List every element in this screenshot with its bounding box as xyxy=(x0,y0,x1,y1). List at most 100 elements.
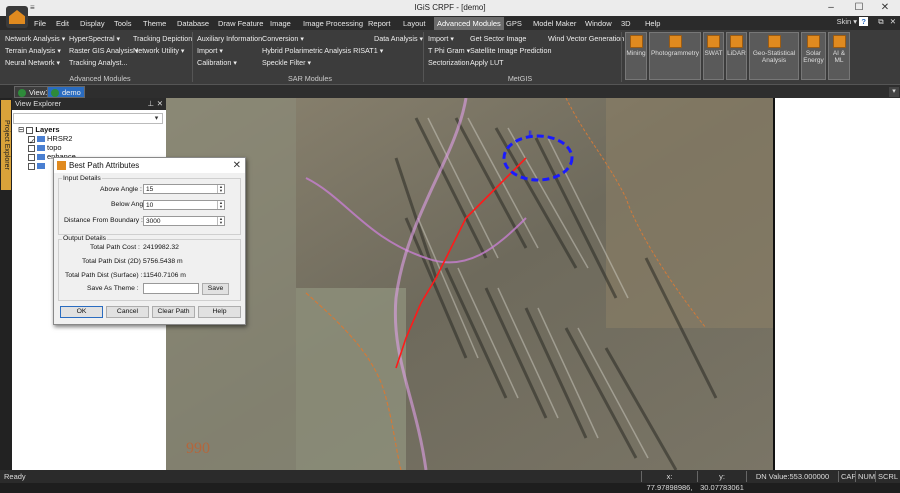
menu-file[interactable]: File xyxy=(31,17,49,30)
t-phi-gram-button[interactable]: T Phi Gram ▾ xyxy=(428,46,470,55)
skin-menu[interactable]: Skin xyxy=(837,17,852,26)
menu-image-processing[interactable]: Image Processing xyxy=(300,17,366,30)
spinner-icon[interactable]: ▲ ▼ xyxy=(217,201,224,209)
close-button[interactable]: ✕ xyxy=(872,1,898,15)
app-icon xyxy=(57,161,66,170)
menu-display[interactable]: Display xyxy=(77,17,108,30)
minimize-button[interactable]: – xyxy=(818,1,844,15)
spinner-icon[interactable]: ▲ ▼ xyxy=(217,185,224,193)
conversion-button[interactable]: Conversion ▾ xyxy=(262,34,304,43)
layer-item[interactable] xyxy=(28,161,47,170)
chevron-down-icon[interactable]: ▾ xyxy=(152,114,161,123)
metgis-import-button[interactable]: Import ▾ xyxy=(428,34,454,43)
above-angle-input[interactable]: 15 ▲ ▼ xyxy=(143,184,225,194)
checkbox[interactable] xyxy=(26,126,34,134)
menu-layout[interactable]: Layout xyxy=(400,17,429,30)
mining-button[interactable]: Mining xyxy=(625,32,647,80)
project-explorer-tab[interactable]: Project Explorer xyxy=(1,100,11,190)
view-selector[interactable]: ▾ xyxy=(13,113,163,124)
hyperspectral-button[interactable]: HyperSpectral ▾ xyxy=(69,34,120,43)
swat-button[interactable]: SWAT xyxy=(703,32,724,80)
ai-ml-button[interactable]: AI & ML xyxy=(828,32,850,80)
solar-energy-button[interactable]: Solar Energy xyxy=(801,32,826,80)
menu-window[interactable]: Window xyxy=(582,17,615,30)
app-logo-icon[interactable] xyxy=(6,6,28,28)
lidar-button[interactable]: LiDAR xyxy=(726,32,747,80)
network-utility-button[interactable]: Network Utility ▾ xyxy=(133,46,185,55)
menu-theme[interactable]: Theme xyxy=(140,17,169,30)
status-scrl: SCRL xyxy=(875,471,898,482)
mining-icon xyxy=(629,35,643,48)
get-sector-image-button[interactable]: Get Sector Image xyxy=(470,34,526,43)
sar-import-button[interactable]: Import ▾ xyxy=(197,46,223,55)
wind-vector-generation-button[interactable]: Wind Vector Generation xyxy=(548,34,624,43)
ribbon-separator xyxy=(423,32,424,82)
clear-path-button[interactable]: Clear Path xyxy=(152,306,195,318)
save-button[interactable]: Save xyxy=(202,283,229,295)
menu-report[interactable]: Report xyxy=(365,17,394,30)
menu-database[interactable]: Database xyxy=(174,17,212,30)
layer-topo[interactable]: topo xyxy=(28,143,62,152)
data-analysis-button[interactable]: Data Analysis ▾ xyxy=(374,34,423,43)
above-angle-label: Above Angle : xyxy=(100,186,142,193)
help-button[interactable]: Help xyxy=(198,306,241,318)
total-path-dist-2d-label: Total Path Dist (2D) : xyxy=(82,258,145,265)
total-path-dist-2d-value: 5756.5438 m xyxy=(143,258,183,265)
menu-image[interactable]: Image xyxy=(267,17,294,30)
raster-layer-icon xyxy=(37,154,45,161)
sectorization-button[interactable]: Sectorization xyxy=(428,58,470,67)
menu-edit[interactable]: Edit xyxy=(53,17,72,30)
tab-list-dropdown[interactable]: ▾ xyxy=(889,87,899,97)
spinner-icon[interactable]: ▲ ▼ xyxy=(217,217,224,225)
maximize-button[interactable]: ☐ xyxy=(846,1,872,15)
tree-root[interactable]: ⊟ Layers xyxy=(18,125,60,134)
group-label-advanced-modules: Advanced Modules xyxy=(69,74,131,83)
checkbox[interactable] xyxy=(28,162,35,170)
best-path-attributes-dialog: Best Path Attributes ✕ Input Details Abo… xyxy=(53,157,246,325)
menu-help[interactable]: Help xyxy=(642,17,663,30)
map-empty-area xyxy=(775,98,900,470)
satellite-image-prediction-button[interactable]: Satellite Image Prediction xyxy=(470,46,552,55)
menu-tools[interactable]: Tools xyxy=(111,17,135,30)
terrain-analysis-button[interactable]: Terrain Analysis ▾ xyxy=(5,46,61,55)
map-canvas[interactable]: ‖ 990 xyxy=(166,98,775,470)
menu-draw-feature[interactable]: Draw Feature xyxy=(215,17,266,30)
neural-network-button[interactable]: Neural Network ▾ xyxy=(5,58,60,67)
photogrammetry-button[interactable]: Photogrammetry xyxy=(649,32,701,80)
geo-statistical-analysis-button[interactable]: Geo-Statistical Analysis xyxy=(749,32,799,80)
ok-button[interactable]: OK xyxy=(60,306,103,318)
distance-from-boundary-input[interactable]: 3000 ▲ ▼ xyxy=(143,216,225,226)
menu-3d[interactable]: 3D xyxy=(618,17,634,30)
cancel-button[interactable]: Cancel xyxy=(106,306,149,318)
auxiliary-information-button[interactable]: Auxiliary Information xyxy=(197,34,262,43)
checkbox[interactable]: ✓ xyxy=(28,135,35,146)
close-panel-icon[interactable]: ✕ xyxy=(157,98,163,110)
hybrid-polarimetric-button[interactable]: Hybrid Polarimetric Analysis RISAT1 ▾ xyxy=(262,46,383,55)
lidar-icon xyxy=(730,35,743,48)
menu-gps[interactable]: GPS xyxy=(503,17,525,30)
quick-access-toolbar[interactable]: ≡ xyxy=(30,3,35,12)
close-icon[interactable]: ✕ xyxy=(233,158,241,173)
tracking-depiction-button[interactable]: Tracking Depiction xyxy=(133,34,192,43)
pin-icon[interactable]: ⊥ xyxy=(147,98,154,110)
below-angle-input[interactable]: 10 ▲ ▼ xyxy=(143,200,225,210)
checkbox[interactable] xyxy=(28,153,35,161)
help-icon[interactable]: ? xyxy=(859,17,869,26)
network-analysis-button[interactable]: Network Analysis ▾ xyxy=(5,34,65,43)
save-as-theme-input[interactable] xyxy=(143,283,199,294)
raster-gis-analysis-button[interactable]: Raster GIS Analysis ▾ xyxy=(69,46,139,55)
apply-lut-button[interactable]: Apply LUT xyxy=(470,58,504,67)
restore-icon[interactable]: ⧉ xyxy=(878,17,883,26)
menu-model-maker[interactable]: Model Maker xyxy=(530,17,579,30)
menu-advanced-modules[interactable]: Advanced Modules xyxy=(434,17,504,30)
close-doc-icon[interactable]: ✕ xyxy=(890,17,896,26)
tracking-analyst-button[interactable]: Tracking Analyst... xyxy=(69,58,127,67)
tab-demo[interactable]: demo xyxy=(47,86,85,98)
speckle-filter-button[interactable]: Speckle Filter ▾ xyxy=(262,58,311,67)
geo-statistical-icon xyxy=(767,35,781,48)
checkbox[interactable] xyxy=(28,144,35,152)
map-image: ‖ 990 xyxy=(166,98,775,470)
calibration-button[interactable]: Calibration ▾ xyxy=(197,58,237,67)
layer-hrsr2[interactable]: ✓ HRSR2 xyxy=(28,134,72,146)
terrain-right-region xyxy=(606,98,775,328)
